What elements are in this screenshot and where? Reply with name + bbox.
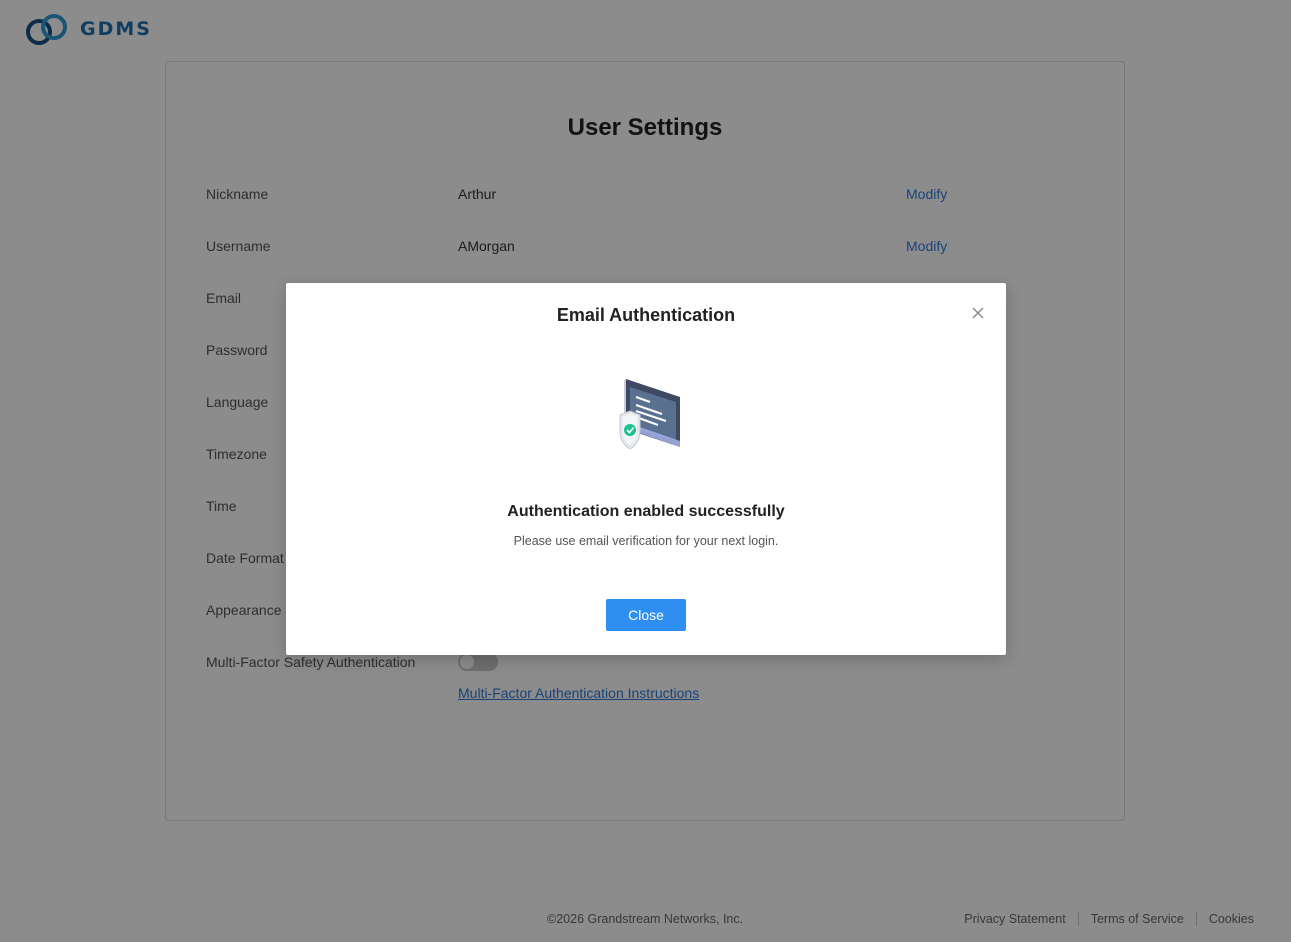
page: GDMS User Settings Nickname Arthur Modif… [0,0,1291,942]
success-message-title: Authentication enabled successfully [507,503,785,520]
dialog-title: Email Authentication [556,305,736,325]
close-button[interactable]: Close [606,599,686,631]
security-screen-illustration-icon [619,379,680,450]
email-authentication-dialog: Email Authentication Authentication enab… [286,283,1006,655]
success-message-body: Please use email verification for your n… [513,534,779,548]
close-icon[interactable] [970,305,986,321]
